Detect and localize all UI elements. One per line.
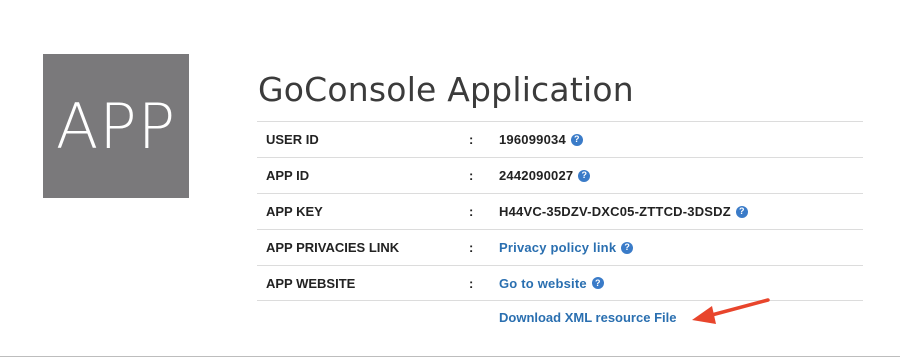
app-info-table: USER ID : 196099034 ? APP ID : 244209002…	[257, 121, 863, 301]
separator: :	[469, 204, 474, 219]
download-xml-link[interactable]: Download XML resource File	[499, 310, 676, 325]
row-app-id: APP ID : 2442090027 ?	[257, 157, 863, 193]
app-key-value: H44VC-35DZV-DXC05-ZTTCD-3DSDZ ?	[499, 204, 748, 219]
privacy-policy-link[interactable]: Privacy policy link	[499, 240, 616, 255]
help-icon[interactable]: ?	[621, 241, 634, 254]
separator: :	[469, 275, 474, 291]
help-icon[interactable]: ?	[570, 133, 583, 146]
download-section: Download XML resource File	[499, 310, 676, 325]
help-icon[interactable]: ?	[735, 205, 748, 218]
separator: :	[469, 240, 474, 255]
separator: :	[469, 132, 474, 147]
divider	[0, 356, 900, 357]
app-logo: APP	[43, 54, 189, 198]
help-icon[interactable]: ?	[591, 277, 604, 289]
app-id-label: APP ID	[266, 168, 310, 183]
separator: :	[469, 168, 474, 183]
app-id-text: 2442090027	[499, 168, 574, 183]
arrow-icon	[692, 298, 770, 324]
help-icon[interactable]: ?	[578, 169, 591, 182]
page-title: GoConsole Application	[258, 70, 634, 109]
app-key-text: H44VC-35DZV-DXC05-ZTTCD-3DSDZ	[499, 204, 731, 219]
row-app-key: APP KEY : H44VC-35DZV-DXC05-ZTTCD-3DSDZ …	[257, 193, 863, 229]
app-website-value: Go to website ?	[499, 276, 604, 291]
row-privacy-link: APP PRIVACIES LINK : Privacy policy link…	[257, 229, 863, 265]
user-id-text: 196099034	[499, 132, 566, 147]
app-id-value: 2442090027 ?	[499, 168, 591, 183]
privacy-link-value: Privacy policy link ?	[499, 240, 634, 255]
privacy-link-label: APP PRIVACIES LINK	[266, 240, 400, 255]
go-to-website-link[interactable]: Go to website	[499, 276, 587, 291]
row-user-id: USER ID : 196099034 ?	[257, 121, 863, 157]
user-id-label: USER ID	[266, 132, 319, 147]
app-website-label: APP WEBSITE	[266, 275, 356, 291]
row-app-website: APP WEBSITE : Go to website ?	[257, 265, 863, 301]
app-key-label: APP KEY	[266, 204, 323, 219]
user-id-value: 196099034 ?	[499, 132, 583, 147]
